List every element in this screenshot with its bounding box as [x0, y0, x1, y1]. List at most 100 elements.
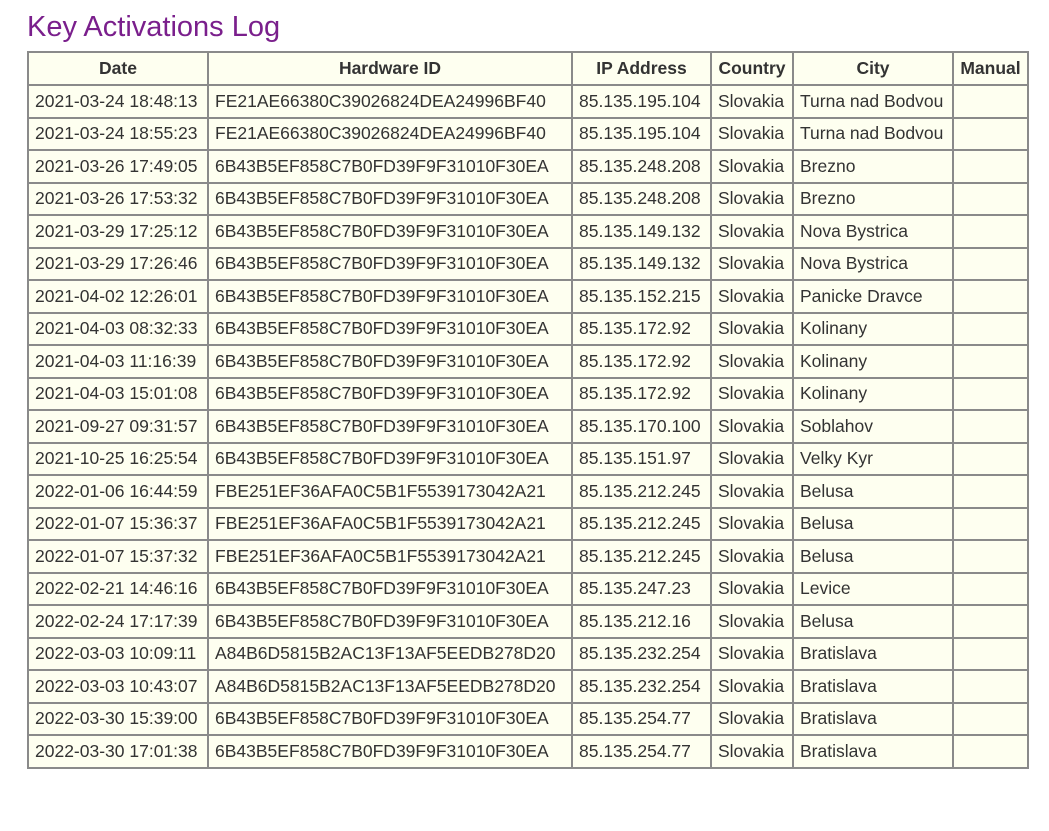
table-row: 2021-03-29 17:26:46 6B43B5EF858C7B0FD39F9… — [27, 246, 1029, 281]
date-cell: 2022-03-03 10:43:07 — [27, 669, 209, 704]
country-cell: Slovakia — [710, 279, 794, 314]
city-cell: Turna nad Bodvou — [792, 84, 954, 119]
table-body: 2021-03-24 18:48:13 FE21AE66380C39026824D… — [27, 84, 1029, 769]
ip-address-cell: 85.135.212.245 — [571, 474, 712, 509]
hardware-id-cell: 6B43B5EF858C7B0FD39F9F31010F30EA — [207, 376, 573, 411]
manual-cell — [952, 376, 1029, 411]
manual-cell — [952, 669, 1029, 704]
country-cell: Slovakia — [710, 409, 794, 444]
city-cell: Kolinany — [792, 376, 954, 411]
manual-cell — [952, 506, 1029, 541]
city-cell: Bratislava — [792, 636, 954, 671]
date-cell: 2022-01-07 15:36:37 — [27, 506, 209, 541]
date-cell: 2021-03-24 18:55:23 — [27, 116, 209, 151]
city-cell: Soblahov — [792, 409, 954, 444]
hardware-id-cell: 6B43B5EF858C7B0FD39F9F31010F30EA — [207, 409, 573, 444]
activations-table: Date Hardware ID IP Address Country City… — [27, 51, 1029, 769]
manual-cell — [952, 311, 1029, 346]
date-cell: 2021-04-03 15:01:08 — [27, 376, 209, 411]
ip-address-cell: 85.135.248.208 — [571, 181, 712, 216]
country-cell: Slovakia — [710, 539, 794, 574]
date-cell: 2021-03-26 17:53:32 — [27, 181, 209, 216]
manual-cell — [952, 734, 1029, 769]
date-cell: 2021-03-29 17:25:12 — [27, 214, 209, 249]
country-cell: Slovakia — [710, 344, 794, 379]
hardware-id-cell: 6B43B5EF858C7B0FD39F9F31010F30EA — [207, 571, 573, 606]
hardware-id-cell: 6B43B5EF858C7B0FD39F9F31010F30EA — [207, 604, 573, 639]
manual-cell — [952, 149, 1029, 184]
manual-cell — [952, 636, 1029, 671]
ip-address-cell: 85.135.151.97 — [571, 441, 712, 476]
table-row: 2021-03-24 18:48:13 FE21AE66380C39026824D… — [27, 84, 1029, 119]
ip-address-cell: 85.135.195.104 — [571, 84, 712, 119]
hardware-id-cell: 6B43B5EF858C7B0FD39F9F31010F30EA — [207, 279, 573, 314]
country-cell: Slovakia — [710, 571, 794, 606]
date-cell: 2021-04-03 11:16:39 — [27, 344, 209, 379]
date-cell: 2021-09-27 09:31:57 — [27, 409, 209, 444]
country-cell: Slovakia — [710, 636, 794, 671]
country-cell: Slovakia — [710, 604, 794, 639]
country-cell: Slovakia — [710, 506, 794, 541]
table-row: 2022-03-03 10:43:07 A84B6D5815B2AC13F13AF… — [27, 669, 1029, 704]
city-cell: Panicke Dravce — [792, 279, 954, 314]
column-header-hardware-id: Hardware ID — [207, 51, 573, 86]
country-cell: Slovakia — [710, 376, 794, 411]
column-header-country: Country — [710, 51, 794, 86]
city-cell: Brezno — [792, 149, 954, 184]
table-row: 2021-04-03 08:32:33 6B43B5EF858C7B0FD39F9… — [27, 311, 1029, 346]
hardware-id-cell: 6B43B5EF858C7B0FD39F9F31010F30EA — [207, 441, 573, 476]
city-cell: Nova Bystrica — [792, 246, 954, 281]
country-cell: Slovakia — [710, 669, 794, 704]
hardware-id-cell: FBE251EF36AFA0C5B1F5539173042A21 — [207, 474, 573, 509]
date-cell: 2021-03-29 17:26:46 — [27, 246, 209, 281]
manual-cell — [952, 409, 1029, 444]
hardware-id-cell: FBE251EF36AFA0C5B1F5539173042A21 — [207, 506, 573, 541]
ip-address-cell: 85.135.212.245 — [571, 506, 712, 541]
city-cell: Velky Kyr — [792, 441, 954, 476]
hardware-id-cell: 6B43B5EF858C7B0FD39F9F31010F30EA — [207, 701, 573, 736]
manual-cell — [952, 279, 1029, 314]
ip-address-cell: 85.135.254.77 — [571, 701, 712, 736]
city-cell: Nova Bystrica — [792, 214, 954, 249]
table-row: 2022-02-24 17:17:39 6B43B5EF858C7B0FD39F9… — [27, 604, 1029, 639]
city-cell: Kolinany — [792, 344, 954, 379]
table-row: 2021-04-03 15:01:08 6B43B5EF858C7B0FD39F9… — [27, 376, 1029, 411]
ip-address-cell: 85.135.149.132 — [571, 214, 712, 249]
table-row: 2022-03-03 10:09:11 A84B6D5815B2AC13F13AF… — [27, 636, 1029, 671]
hardware-id-cell: A84B6D5815B2AC13F13AF5EEDB278D20 — [207, 636, 573, 671]
table-row: 2022-01-07 15:36:37 FBE251EF36AFA0C5B1F55… — [27, 506, 1029, 541]
ip-address-cell: 85.135.212.16 — [571, 604, 712, 639]
date-cell: 2022-01-07 15:37:32 — [27, 539, 209, 574]
ip-address-cell: 85.135.247.23 — [571, 571, 712, 606]
table-row: 2022-01-07 15:37:32 FBE251EF36AFA0C5B1F55… — [27, 539, 1029, 574]
manual-cell — [952, 214, 1029, 249]
manual-cell — [952, 604, 1029, 639]
country-cell: Slovakia — [710, 116, 794, 151]
table-row: 2021-04-03 11:16:39 6B43B5EF858C7B0FD39F9… — [27, 344, 1029, 379]
ip-address-cell: 85.135.172.92 — [571, 311, 712, 346]
hardware-id-cell: FE21AE66380C39026824DEA24996BF40 — [207, 116, 573, 151]
manual-cell — [952, 441, 1029, 476]
manual-cell — [952, 116, 1029, 151]
hardware-id-cell: 6B43B5EF858C7B0FD39F9F31010F30EA — [207, 214, 573, 249]
table-header-row: Date Hardware ID IP Address Country City… — [27, 51, 1029, 86]
city-cell: Bratislava — [792, 734, 954, 769]
hardware-id-cell: A84B6D5815B2AC13F13AF5EEDB278D20 — [207, 669, 573, 704]
country-cell: Slovakia — [710, 149, 794, 184]
hardware-id-cell: 6B43B5EF858C7B0FD39F9F31010F30EA — [207, 311, 573, 346]
table-row: 2021-03-26 17:53:32 6B43B5EF858C7B0FD39F9… — [27, 181, 1029, 216]
hardware-id-cell: 6B43B5EF858C7B0FD39F9F31010F30EA — [207, 149, 573, 184]
ip-address-cell: 85.135.232.254 — [571, 669, 712, 704]
ip-address-cell: 85.135.254.77 — [571, 734, 712, 769]
city-cell: Belusa — [792, 474, 954, 509]
manual-cell — [952, 344, 1029, 379]
hardware-id-cell: FE21AE66380C39026824DEA24996BF40 — [207, 84, 573, 119]
date-cell: 2021-03-26 17:49:05 — [27, 149, 209, 184]
table-row: 2022-03-30 17:01:38 6B43B5EF858C7B0FD39F9… — [27, 734, 1029, 769]
manual-cell — [952, 539, 1029, 574]
city-cell: Bratislava — [792, 701, 954, 736]
manual-cell — [952, 474, 1029, 509]
country-cell: Slovakia — [710, 441, 794, 476]
hardware-id-cell: 6B43B5EF858C7B0FD39F9F31010F30EA — [207, 246, 573, 281]
date-cell: 2021-04-02 12:26:01 — [27, 279, 209, 314]
